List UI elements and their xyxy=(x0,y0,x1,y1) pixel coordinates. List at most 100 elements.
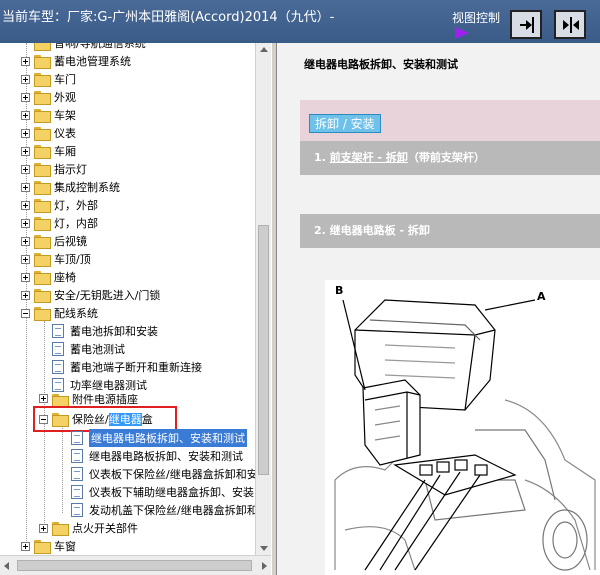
scroll-up-icon[interactable] xyxy=(260,47,268,52)
folder-icon xyxy=(34,217,51,231)
tree-doc-item[interactable]: 发动机盖下保险丝/继电器盒拆卸和 xyxy=(71,501,255,519)
tree-item[interactable]: 车架 xyxy=(21,106,76,124)
expand-icon[interactable] xyxy=(21,74,30,84)
folder-icon xyxy=(34,289,51,303)
tree-doc-item[interactable]: 仪表板下保险丝/继电器盒拆卸和安装 xyxy=(71,465,255,483)
folder-icon xyxy=(34,43,51,51)
tree-item-partial[interactable]: 音响/导航通信系统 xyxy=(34,43,146,52)
tree-item[interactable]: 车顶/顶 xyxy=(21,250,91,268)
tree-item[interactable]: 仪表 xyxy=(21,124,76,142)
folder-icon xyxy=(34,540,51,554)
folder-icon xyxy=(34,109,51,123)
folder-icon xyxy=(34,271,51,285)
expand-icon[interactable] xyxy=(21,200,30,210)
tree-vertical-scrollbar[interactable] xyxy=(255,43,271,555)
expand-icon[interactable] xyxy=(21,128,30,138)
document-icon xyxy=(71,449,83,463)
expand-pane-button[interactable] xyxy=(510,10,542,39)
tree-doc-item[interactable]: 功率继电器测试 xyxy=(52,376,147,394)
tab-remove-install[interactable]: 拆卸 / 安装 xyxy=(309,114,381,133)
scroll-down-icon[interactable] xyxy=(260,546,268,551)
tree-item[interactable]: 集成控制系统 xyxy=(21,178,120,196)
expand-icon[interactable] xyxy=(21,272,30,282)
folder-icon xyxy=(34,73,51,87)
tree-item[interactable]: 车窗 xyxy=(21,537,76,555)
document-icon xyxy=(71,467,83,481)
document-icon xyxy=(71,431,83,445)
folder-open-icon xyxy=(52,413,69,427)
callout-b: B xyxy=(335,284,343,297)
collapse-icon[interactable] xyxy=(39,414,48,424)
tree-item[interactable]: 安全/无钥匙进入/门锁 xyxy=(21,286,160,304)
view-control-label: 视图控制 xyxy=(452,11,501,25)
expand-right-icon xyxy=(516,15,538,35)
tree-item[interactable]: 车厢 xyxy=(21,142,76,160)
folder-icon xyxy=(34,127,51,141)
page-title: 继电器电路板拆卸、安装和测试 xyxy=(304,58,458,71)
tree-item[interactable]: 灯，内部 xyxy=(21,214,98,232)
tree-item[interactable]: 蓄电池管理系统 xyxy=(21,52,131,70)
folder-icon xyxy=(34,163,51,177)
folder-icon xyxy=(34,181,51,195)
folder-icon xyxy=(34,55,51,69)
topic-tree[interactable]: 音响/导航通信系统 蓄电池管理系统 车门 外观 车架 仪表 车厢 指示灯 集成控… xyxy=(0,43,255,555)
document-icon xyxy=(71,485,83,499)
step-1-link[interactable]: 前支架杆 - 拆卸 xyxy=(330,151,408,164)
tree-doc-item[interactable]: 蓄电池拆卸和安装 xyxy=(52,322,158,340)
expand-icon[interactable] xyxy=(39,523,48,533)
document-icon xyxy=(71,503,83,517)
split-pane-button[interactable] xyxy=(554,10,586,39)
callout-a: A xyxy=(537,290,546,303)
expand-icon[interactable] xyxy=(21,254,30,264)
tree-doc-item[interactable]: 蓄电池端子断开和重新连接 xyxy=(52,358,202,376)
document-pane: 继电器电路板拆卸、安装和测试 拆卸 / 安装 1. 前支架杆 - 拆卸（带前支架… xyxy=(277,43,600,575)
tree-doc-item[interactable]: 继电器电路板拆卸、安装和测试 xyxy=(71,447,243,465)
window-title: 当前车型：厂家:G-广州本田雅阁(Accord)2014（九代）- xyxy=(2,10,335,25)
split-icon xyxy=(560,15,582,35)
expand-icon[interactable] xyxy=(21,164,30,174)
tree-item[interactable]: 后视镜 xyxy=(21,232,87,250)
tree-doc-item[interactable]: 蓄电池测试 xyxy=(52,340,125,358)
expand-icon[interactable] xyxy=(21,146,30,156)
tree-item[interactable]: 外观 xyxy=(21,88,76,106)
tree-item[interactable]: 灯，外部 xyxy=(21,196,98,214)
tree-item[interactable]: 点火开关部件 xyxy=(39,519,138,537)
tree-item-wiring[interactable]: 配线系统 xyxy=(21,304,98,322)
collapse-icon[interactable] xyxy=(21,308,30,318)
folder-icon xyxy=(34,145,51,159)
tree-horizontal-scrollbar[interactable] xyxy=(0,555,271,575)
document-icon xyxy=(52,360,64,374)
folder-icon xyxy=(34,91,51,105)
folder-icon xyxy=(34,235,51,249)
document-icon xyxy=(52,378,64,392)
expand-icon[interactable] xyxy=(21,56,30,66)
tree-item-fuse-box[interactable]: 保险丝/继电器盒 xyxy=(39,410,153,428)
folder-icon xyxy=(34,253,51,267)
expand-icon[interactable] xyxy=(21,110,30,120)
expand-icon[interactable] xyxy=(21,541,30,551)
folder-icon xyxy=(52,522,69,536)
scroll-thumb[interactable] xyxy=(17,560,252,571)
tree-item[interactable]: 座椅 xyxy=(21,268,76,286)
scroll-right-icon[interactable] xyxy=(262,562,267,570)
scroll-left-icon[interactable] xyxy=(4,562,9,570)
expand-icon[interactable] xyxy=(21,92,30,102)
folder-open-icon xyxy=(34,307,51,321)
tree-doc-item-selected[interactable]: 继电器电路板拆卸、安装和测试 xyxy=(71,429,247,447)
relay-board-diagram: A B xyxy=(325,280,600,575)
step-1-header: 1. 前支架杆 - 拆卸（带前支架杆） xyxy=(300,141,600,175)
title-bar: 当前车型：厂家:G-广州本田雅阁(Accord)2014（九代）- 视图控制 xyxy=(0,0,600,43)
tree-item[interactable]: 附件电源插座 xyxy=(39,394,138,406)
tree-doc-item[interactable]: 仪表板下辅助继电器盒拆卸、安装 xyxy=(71,483,254,501)
expand-icon[interactable] xyxy=(21,182,30,192)
document-icon xyxy=(52,342,64,356)
expand-icon[interactable] xyxy=(21,290,30,300)
tree-item[interactable]: 指示灯 xyxy=(21,160,87,178)
play-arrow-icon[interactable] xyxy=(455,27,469,39)
expand-icon[interactable] xyxy=(39,394,48,403)
tree-item[interactable]: 车门 xyxy=(21,70,76,88)
scroll-thumb[interactable] xyxy=(258,225,269,475)
document-icon xyxy=(52,324,64,338)
expand-icon[interactable] xyxy=(21,236,30,246)
expand-icon[interactable] xyxy=(21,218,30,228)
